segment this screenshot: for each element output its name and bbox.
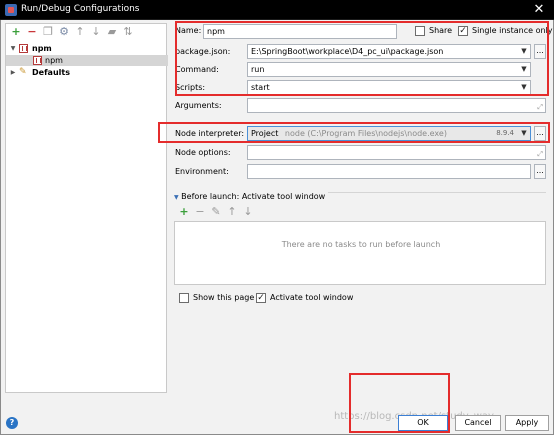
collapse-arrow-icon[interactable]: ▼ (174, 194, 179, 201)
tree-item-npm-config[interactable]: npm (6, 55, 168, 66)
tree-toolbar: + − ❐ ⚙ ↑ ↓ ▰ ⇅ (6, 24, 168, 40)
tree-item-defaults[interactable]: ▶ ✎ Defaults (6, 67, 168, 78)
single-instance-checkbox[interactable]: ✓ (458, 26, 468, 36)
show-this-page-checkbox[interactable] (179, 293, 189, 303)
help-icon[interactable]: ? (6, 417, 18, 429)
browse-package-json-button[interactable]: ... (534, 44, 546, 59)
node-version: 8.9.4 (496, 129, 514, 137)
tree-item-label: npm (32, 44, 52, 53)
folder-icon[interactable]: ▰ (106, 26, 118, 38)
expand-icon[interactable]: ⤢ (537, 151, 543, 158)
tree-item-label: npm (45, 56, 63, 65)
collapse-arrow-icon[interactable]: ▼ (9, 43, 17, 54)
title-bar: Run/Debug Configurations ✕ (0, 0, 554, 20)
chevron-down-icon[interactable]: ▼ (518, 127, 530, 140)
command-label: Command: (175, 65, 219, 74)
scripts-value: start (251, 83, 270, 92)
activate-tool-window-label: Activate tool window (270, 293, 354, 302)
window-title: Run/Debug Configurations (21, 4, 140, 14)
environment-field[interactable] (247, 164, 531, 179)
chevron-down-icon[interactable]: ▼ (518, 45, 530, 58)
node-options-field[interactable]: ⤢ (247, 145, 546, 160)
command-value: run (251, 65, 265, 74)
chevron-down-icon[interactable]: ▼ (518, 63, 530, 76)
activate-tool-window-checkbox[interactable]: ✓ (256, 293, 266, 303)
expand-icon[interactable]: ⤢ (537, 104, 543, 111)
node-interpreter-project: Project (251, 129, 279, 138)
settings-icon[interactable]: ⚙ (58, 26, 70, 38)
scripts-label: Scripts: (175, 83, 206, 92)
empty-tasks-text: There are no tasks to run before launch (281, 240, 441, 249)
tree-item-npm-group[interactable]: ▼ npm (6, 43, 168, 54)
cancel-button[interactable]: Cancel (455, 415, 501, 431)
edit-task-icon[interactable]: ✎ (210, 206, 222, 218)
environment-label: Environment: (175, 167, 229, 176)
remove-task-icon[interactable]: − (194, 206, 206, 218)
remove-icon[interactable]: − (26, 26, 38, 38)
move-task-up-icon[interactable]: ↑ (226, 206, 238, 218)
node-interpreter-label: Node interpreter: (175, 129, 245, 138)
arguments-field[interactable]: ⤢ (247, 98, 546, 113)
wrench-icon: ✎ (19, 67, 27, 77)
sort-icon[interactable]: ⇅ (122, 26, 134, 38)
package-json-combo[interactable]: E:\SpringBoot\workplace\D4_pc_ui\package… (247, 44, 531, 59)
package-json-value: E:\SpringBoot\workplace\D4_pc_ui\package… (251, 47, 444, 56)
before-launch-label: Before launch: Activate tool window (181, 192, 326, 201)
move-down-icon[interactable]: ↓ (90, 26, 102, 38)
edit-environment-button[interactable]: ... (534, 164, 546, 179)
close-button[interactable]: ✕ (530, 1, 548, 19)
name-label: Name: (175, 26, 202, 35)
apply-button[interactable]: Apply (505, 415, 549, 431)
chevron-down-icon[interactable]: ▼ (518, 81, 530, 94)
add-icon[interactable]: + (10, 26, 22, 38)
before-launch-header[interactable]: ▼ Before launch: Activate tool window (174, 192, 329, 203)
npm-icon (33, 56, 42, 65)
node-options-label: Node options: (175, 148, 231, 157)
share-label: Share (429, 26, 453, 35)
expand-arrow-icon[interactable]: ▶ (9, 67, 17, 78)
show-this-page-label: Show this page (193, 293, 255, 302)
package-json-label: package.json: (175, 47, 231, 56)
configurations-tree-panel: + − ❐ ⚙ ↑ ↓ ▰ ⇅ ▼ npm npm ▶ ✎ Defaults (5, 23, 168, 393)
arguments-label: Arguments: (175, 101, 222, 110)
name-field[interactable]: npm (203, 24, 397, 39)
move-task-down-icon[interactable]: ↓ (242, 206, 254, 218)
browse-node-interpreter-button[interactable]: ... (534, 126, 546, 141)
npm-icon (19, 44, 28, 53)
node-interpreter-path: node (C:\Program Files\nodejs\node.exe) (284, 129, 447, 138)
copy-icon[interactable]: ❐ (42, 26, 54, 38)
ok-button[interactable]: OK (398, 415, 448, 431)
tree-item-label: Defaults (32, 68, 70, 77)
command-combo[interactable]: run ▼ (247, 62, 531, 77)
node-interpreter-combo[interactable]: Project node (C:\Program Files\nodejs\no… (247, 126, 531, 141)
share-checkbox[interactable] (415, 26, 425, 36)
before-launch-toolbar: + − ✎ ↑ ↓ (174, 205, 294, 219)
single-instance-label: Single instance only (472, 26, 553, 35)
app-icon (5, 4, 17, 16)
before-launch-task-list[interactable]: There are no tasks to run before launch (174, 221, 546, 285)
add-task-icon[interactable]: + (178, 206, 190, 218)
scripts-combo[interactable]: start ▼ (247, 80, 531, 95)
move-up-icon[interactable]: ↑ (74, 26, 86, 38)
